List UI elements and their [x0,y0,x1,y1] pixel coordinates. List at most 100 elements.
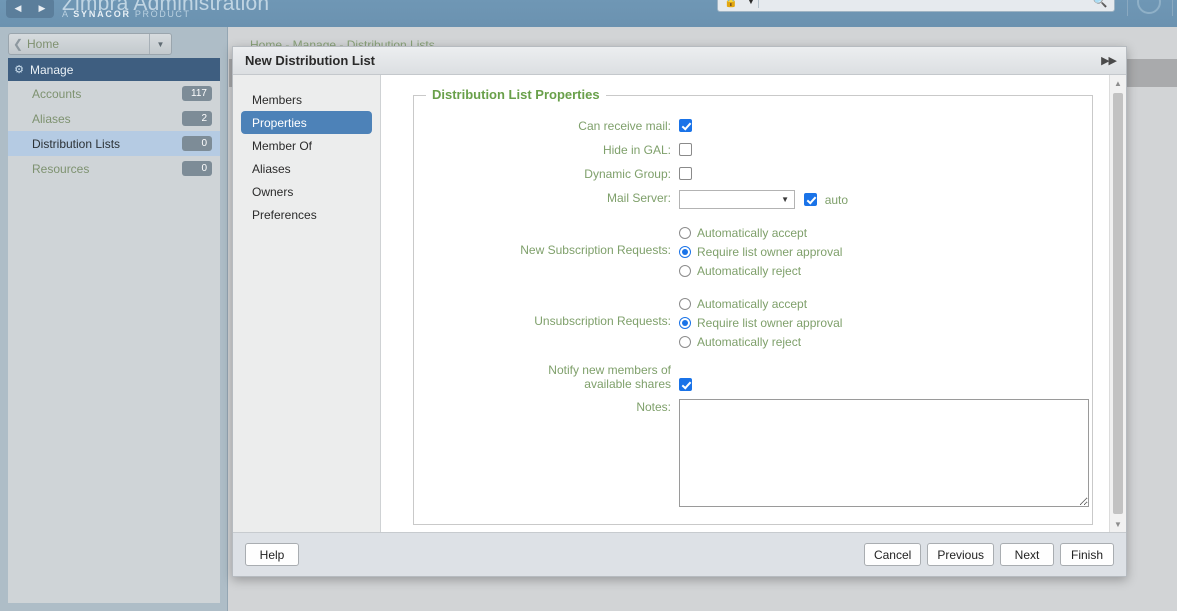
notify-new-members-field [679,361,1092,392]
sidebar-item-label: Aliases [32,111,71,126]
hide-in-gal-field [679,142,1092,157]
radio-button[interactable] [679,297,691,310]
scroll-down-arrow-icon[interactable]: ▼ [1110,516,1126,532]
mail-server-auto-checkbox[interactable] [804,193,818,206]
new-subscription-requests-label: New Subscription Requests: [520,243,671,257]
radio-unsub-auto-accept[interactable]: Automatically accept [679,294,1092,313]
application-window: ◀ ▶ Zimbra Administration A SYNACOR PROD… [0,0,1177,611]
radio-unsub-auto-reject[interactable]: Automatically reject [679,332,1092,351]
radio-button[interactable] [679,264,691,277]
tab-aliases[interactable]: Aliases [241,157,372,180]
sidebar-section-manage[interactable]: ⚙ Manage [8,58,220,81]
manage-gear-icon: ⚙ [14,64,24,76]
search-bar[interactable]: 🔒 ▼ 🔍 [717,0,1115,12]
sidebar-nav-list: Accounts 117 Aliases 2 Distribution List… [8,81,220,181]
dialog-title: New Distribution List [245,53,375,68]
fieldset-legend: Distribution List Properties [426,87,606,102]
can-receive-mail-checkbox[interactable] [679,119,692,133]
magnifier-icon[interactable]: 🔍 [1086,0,1114,8]
user-divider-right [1172,0,1173,16]
status-badge: 2 [182,111,212,126]
user-divider-left [1127,0,1128,16]
chevron-left-icon: ❮ [12,37,24,51]
mail-server-select[interactable]: ▼ [679,190,795,209]
left-sidebar: ❮ Home ▼ ⚙ Manage Accounts 117 Aliases 2… [0,27,228,611]
radio-new-sub-auto-accept[interactable]: Automatically accept [679,223,1092,242]
scroll-up-arrow-icon[interactable]: ▲ [1110,75,1126,91]
status-badge: 0 [182,161,212,176]
tab-owners[interactable]: Owners [241,180,372,203]
chevron-down-icon[interactable]: ▼ [744,0,758,6]
radio-new-sub-require-approval[interactable]: Require list owner approval [679,242,1092,261]
notes-label: Notes: [636,400,671,415]
tab-properties[interactable]: Properties [241,111,372,134]
dynamic-group-checkbox[interactable] [679,167,692,181]
sidebar-item-accounts[interactable]: Accounts 117 [8,81,220,106]
radio-button[interactable] [679,316,691,329]
dynamic-group-label: Dynamic Group: [584,167,671,181]
row-unsubscription-requests: Unsubscription Requests: Automatically a… [414,294,1092,351]
home-selector[interactable]: ❮ Home ▼ [8,33,172,55]
radio-label: Require list owner approval [697,315,843,330]
radio-button[interactable] [679,245,691,258]
footer-action-buttons: Cancel Previous Next Finish [863,543,1114,566]
double-chevron-right-icon[interactable]: ▶▶ [1101,54,1126,67]
nav-buttons[interactable]: ◀ ▶ [6,0,54,18]
forward-arrow-icon[interactable]: ▶ [39,3,46,13]
sidebar-item-label: Distribution Lists [32,136,121,151]
dialog-tab-list: Members Properties Member Of Aliases Own… [233,75,381,532]
radio-unsub-require-approval[interactable]: Require list owner approval [679,313,1092,332]
row-hide-in-gal: Hide in GAL: [414,142,1092,158]
previous-button[interactable]: Previous [927,543,994,566]
sidebar-item-resources[interactable]: Resources 0 [8,156,220,181]
mail-server-field: ▼ auto [679,190,1092,209]
radio-label: Require list owner approval [697,244,843,259]
dynamic-group-field [679,166,1092,181]
finish-button[interactable]: Finish [1060,543,1114,566]
panel-scrollbar[interactable]: ▲ ▼ [1109,75,1126,532]
app-subtitle-pre: A [62,9,74,19]
row-mail-server: Mail Server: ▼ auto [414,190,1092,209]
hide-in-gal-label: Hide in GAL: [602,143,671,157]
mail-server-label: Mail Server: [606,191,671,205]
home-label: Home [27,37,60,51]
chevron-down-icon[interactable]: ▼ [149,34,171,54]
tab-label: Properties [252,115,307,130]
app-subtitle-brand: SYNACOR [73,9,131,19]
new-subscription-radio-group: Automatically accept Require list owner … [679,223,1092,280]
search-input[interactable] [759,0,1086,8]
tab-preferences[interactable]: Preferences [241,203,372,226]
cancel-button[interactable]: Cancel [863,543,922,566]
sidebar-item-label: Resources [32,161,90,176]
tab-label: Aliases [252,161,291,176]
notes-field [679,399,1092,510]
radio-button[interactable] [679,226,691,239]
tab-label: Preferences [252,207,317,222]
radio-label: Automatically reject [697,263,802,278]
new-distribution-list-dialog: New Distribution List ▶▶ Members Propert… [232,46,1127,577]
hide-in-gal-checkbox[interactable] [679,143,692,157]
help-button[interactable]: Help [245,543,299,566]
back-arrow-icon[interactable]: ◀ [15,3,22,13]
chevron-down-icon[interactable]: ▼ [781,195,789,204]
notify-new-members-label-line2: available shares [584,377,671,391]
scrollbar-thumb[interactable] [1113,93,1123,514]
row-new-subscription-requests: New Subscription Requests: Automatically… [414,223,1092,280]
sidebar-item-aliases[interactable]: Aliases 2 [8,106,220,131]
status-badge: 0 [182,136,212,151]
tab-members[interactable]: Members [241,88,372,111]
sidebar-item-distribution-lists[interactable]: Distribution Lists 0 [8,131,220,156]
sidebar-item-label: Accounts [32,86,82,101]
tab-member-of[interactable]: Member Of [241,134,372,157]
notify-new-members-checkbox[interactable] [679,378,692,392]
notes-textarea[interactable] [679,399,1089,508]
can-receive-mail-field [679,118,1092,133]
next-button[interactable]: Next [1000,543,1054,566]
user-avatar-icon[interactable] [1137,0,1161,14]
dialog-title-bar: New Distribution List ▶▶ [233,47,1126,75]
tab-label: Member Of [252,138,313,153]
sidebar-empty-area [8,181,220,603]
radio-new-sub-auto-reject[interactable]: Automatically reject [679,261,1092,280]
search-scope-icon[interactable]: 🔒 [718,0,744,8]
radio-button[interactable] [679,335,691,348]
